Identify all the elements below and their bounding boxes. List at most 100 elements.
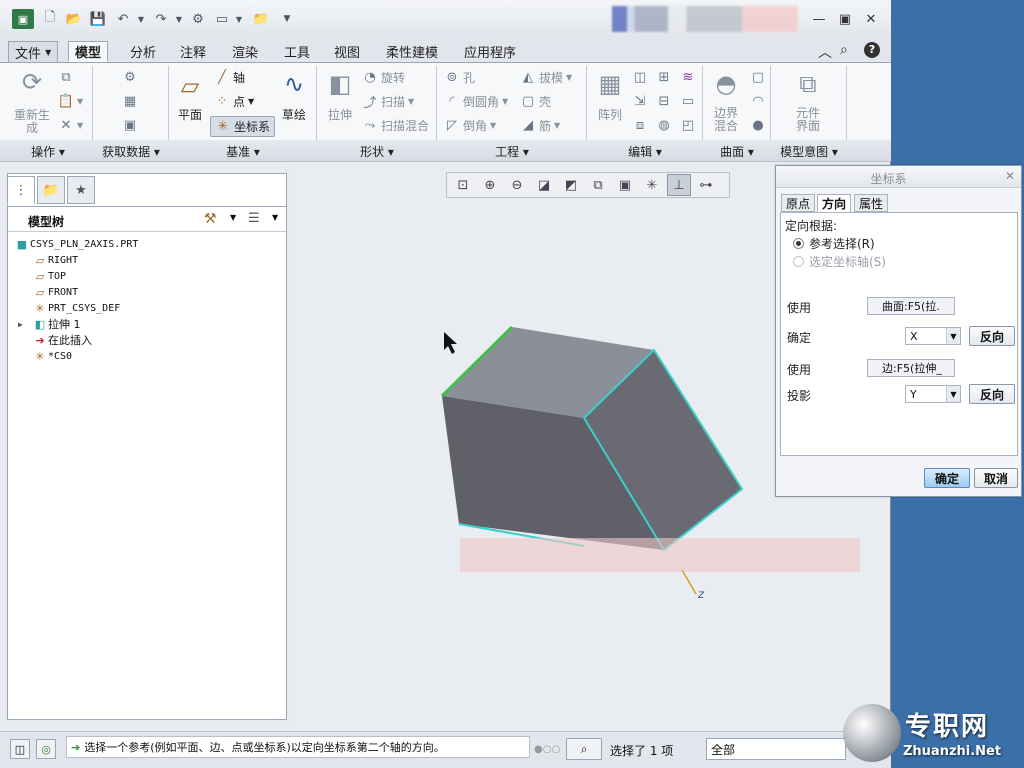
view-manager-icon[interactable]: ▣ — [613, 174, 637, 196]
round-button[interactable]: ◜ 倒圆角 ▼ — [444, 93, 508, 110]
cancel-button[interactable]: 取消 — [974, 468, 1018, 488]
group-shapes[interactable]: 形状 ▾ — [318, 143, 436, 160]
pattern-label[interactable]: 阵列 — [592, 109, 628, 122]
draft-button[interactable]: ◭ 拔模 ▼ — [520, 69, 572, 86]
rib-button[interactable]: ◢ 筋 ▼ — [520, 117, 560, 134]
tab-annotate[interactable]: 注释 — [174, 41, 212, 62]
boundary-blend-label[interactable]: 边界 混合 — [706, 107, 746, 133]
flip2-button[interactable]: 反向 — [969, 384, 1015, 404]
selection-filter[interactable]: 全部 — [706, 738, 846, 760]
revolve-button[interactable]: ◔ 旋转 — [362, 69, 405, 86]
tree-display-dropdown-icon[interactable]: ▼ — [272, 213, 278, 222]
pattern-big-icon[interactable]: ▦ — [594, 69, 626, 99]
delete-button[interactable]: ✕ ▼ — [58, 117, 84, 133]
project-button[interactable]: ⧈ — [632, 117, 648, 133]
redo-dropdown-icon[interactable]: ▼ — [174, 9, 184, 29]
new-file-icon[interactable]: 🗋 — [40, 9, 60, 29]
group-model-intent[interactable]: 模型意图 ▾ — [772, 143, 846, 160]
tree-item-top[interactable]: ▱ TOP — [32, 268, 66, 284]
freestyle-button[interactable]: ● — [750, 117, 766, 133]
radio-selected-csys-axes[interactable]: 选定坐标轴(S) — [793, 253, 886, 270]
undo-dropdown-icon[interactable]: ▼ — [136, 9, 146, 29]
sketch-big-icon[interactable]: ∿ — [278, 69, 310, 99]
csys-button[interactable]: ✳ 坐标系 — [210, 116, 276, 137]
use2-reference-field[interactable]: 边:F5(拉伸_ — [867, 359, 955, 377]
group-datum[interactable]: 基准 ▾ — [170, 143, 316, 160]
help-icon[interactable]: ? — [864, 42, 880, 58]
extrude-label[interactable]: 拉伸 — [322, 109, 358, 122]
group-surfaces[interactable]: 曲面 ▾ — [704, 143, 770, 160]
tree-item-part[interactable]: ■ CSYS_PLN_2AXIS.PRT — [14, 236, 139, 252]
windows-dropdown-icon[interactable]: ▼ — [234, 9, 244, 29]
folder-browser-tab-icon[interactable]: 📁 — [37, 176, 65, 204]
copy-geometry-button[interactable]: ▦ — [122, 93, 138, 109]
component-interface-label[interactable]: 元件 界面 — [788, 107, 828, 133]
tab-model[interactable]: 模型 — [68, 41, 109, 62]
datum-plane-big-icon[interactable]: ▱ — [174, 71, 206, 101]
tree-item-extrude[interactable]: ▶ ◧ 拉伸 1 — [18, 316, 81, 332]
axis-button[interactable]: ╱ 轴 — [214, 69, 245, 86]
tree-item-cs0[interactable]: ✳ *CS0 — [32, 348, 72, 364]
use1-reference-field[interactable]: 曲面:F5(拉. — [867, 297, 955, 315]
favorites-tab-icon[interactable]: ★ — [67, 176, 95, 204]
group-get-data[interactable]: 获取数据 ▾ — [94, 143, 168, 160]
ok-button[interactable]: 确定 — [924, 468, 970, 488]
axis1-select[interactable]: X ▼ — [905, 327, 961, 345]
swept-blend-button[interactable]: ⤳ 扫描混合 — [362, 117, 429, 134]
selection-count[interactable]: 选择了 1 项 — [610, 742, 673, 759]
minimize-button[interactable]: — — [808, 10, 830, 28]
shrinkwrap-button[interactable]: ▣ — [122, 117, 138, 133]
group-editing[interactable]: 编辑 ▾ — [588, 143, 702, 160]
refit-icon[interactable]: ⊡ — [451, 174, 475, 196]
dialog-close-icon[interactable]: ✕ — [1005, 169, 1015, 183]
sweep-button[interactable]: ⤴ 扫描 ▼ — [362, 93, 414, 111]
extend-button[interactable]: ⇲ — [632, 93, 648, 109]
tab-flexible-modeling[interactable]: 柔性建模 — [380, 41, 444, 62]
regenerate-icon[interactable]: ⚙ — [188, 9, 208, 29]
tab-applications[interactable]: 应用程序 — [458, 41, 522, 62]
regenerate-big-icon[interactable]: ⟳ — [16, 67, 48, 97]
wrap-button[interactable]: ≋ — [680, 69, 696, 85]
show-navigator-icon[interactable]: ◫ — [10, 739, 30, 759]
axis2-select[interactable]: Y ▼ — [905, 385, 961, 403]
chamfer-button[interactable]: ◸ 倒角 ▼ — [444, 117, 496, 134]
show-browser-icon[interactable]: ◎ — [36, 739, 56, 759]
shell-button[interactable]: ▢ 壳 — [520, 93, 551, 110]
group-operations[interactable]: 操作 ▾ — [10, 143, 86, 160]
copy-button[interactable]: ⧉ — [58, 69, 74, 85]
tab-orientation[interactable]: 方向 — [817, 194, 852, 213]
tab-render[interactable]: 渲染 — [226, 41, 264, 62]
spin-center-icon[interactable]: ⊶ — [694, 174, 718, 196]
paste-button[interactable]: 📋 ▼ — [58, 93, 83, 109]
customize-toolbar-icon[interactable]: ▼ — [280, 9, 294, 29]
tab-origin[interactable]: 原点 — [781, 194, 816, 212]
close-button[interactable]: ✕ — [860, 10, 882, 28]
zoom-in-icon[interactable]: ⊕ — [478, 174, 502, 196]
tree-item-right[interactable]: ▱ RIGHT — [32, 252, 78, 268]
tree-item-front[interactable]: ▱ FRONT — [32, 284, 78, 300]
undo-icon[interactable]: ↶ — [112, 9, 134, 29]
redo-icon[interactable]: ↷ — [150, 9, 172, 29]
flip1-button[interactable]: 反向 — [969, 326, 1015, 346]
tab-properties[interactable]: 属性 — [854, 194, 889, 212]
mirror-button[interactable]: ◫ — [632, 69, 648, 85]
datum-display-icon[interactable]: ✳ — [640, 174, 664, 196]
offset-button[interactable]: ◍ — [656, 117, 672, 133]
extrude-big-icon[interactable]: ◧ — [324, 69, 356, 99]
thicken-button[interactable]: ▭ — [680, 93, 696, 109]
tree-settings-icon[interactable]: ⚒ — [204, 211, 217, 227]
tab-tools[interactable]: 工具 — [278, 41, 316, 62]
repaint-icon[interactable]: ◪ — [532, 174, 556, 196]
search-icon[interactable]: ⌕ — [840, 42, 848, 58]
boundary-blend-big-icon[interactable]: ◓ — [710, 69, 742, 99]
minimize-ribbon-icon[interactable]: ︿ — [818, 42, 832, 62]
style-button[interactable]: ◠ — [750, 93, 766, 109]
tab-view[interactable]: 视图 — [328, 41, 366, 62]
tab-analysis[interactable]: 分析 — [124, 41, 162, 62]
zoom-out-icon[interactable]: ⊖ — [505, 174, 529, 196]
find-icon[interactable]: ⌕ — [566, 738, 602, 760]
fill-button[interactable]: ▢ — [750, 69, 766, 85]
sketch-label[interactable]: 草绘 — [276, 109, 312, 122]
solidify-button[interactable]: ◰ — [680, 117, 696, 133]
open-file-icon[interactable]: 📂 — [64, 9, 84, 29]
